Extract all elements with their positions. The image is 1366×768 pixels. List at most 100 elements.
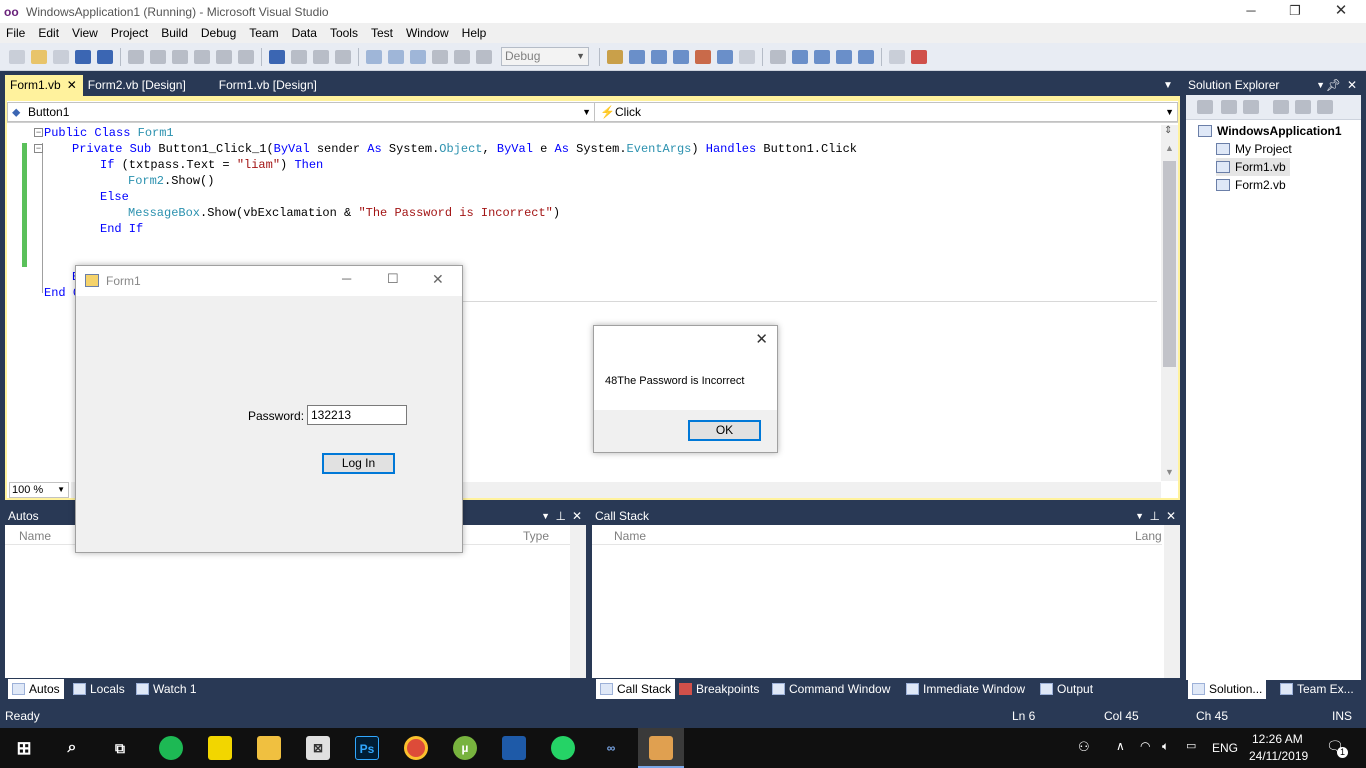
break-all-icon[interactable] xyxy=(388,49,404,64)
start-page-icon[interactable] xyxy=(739,49,755,64)
layout-icon[interactable] xyxy=(770,49,786,64)
stop-debugging-icon[interactable] xyxy=(410,49,426,64)
panel-menu-icon[interactable]: ▼ xyxy=(1316,76,1325,95)
scroll-down-icon[interactable]: ▼ xyxy=(1165,467,1174,477)
close-panel-icon[interactable]: ✕ xyxy=(572,508,582,525)
undo-icon[interactable] xyxy=(269,49,285,64)
panel-menu-icon[interactable]: ▼ xyxy=(1135,508,1144,525)
close-panel-icon[interactable]: ✕ xyxy=(1166,508,1176,525)
callstack-scrollbar[interactable] xyxy=(1164,525,1180,678)
object-browser-icon[interactable] xyxy=(673,49,689,64)
spotify-icon[interactable] xyxy=(159,736,183,760)
tree-item-my-project[interactable]: My Project xyxy=(1216,140,1292,158)
minimize-button[interactable]: ─ xyxy=(342,271,351,286)
properties-icon[interactable] xyxy=(651,49,667,64)
column-name[interactable]: Name xyxy=(19,529,51,543)
tab-overflow-icon[interactable]: ▼ xyxy=(1163,80,1173,91)
close-panel-icon[interactable]: ✕ xyxy=(1347,76,1357,95)
save-all-icon[interactable] xyxy=(97,49,113,64)
copy-icon[interactable] xyxy=(150,49,166,64)
clock-time[interactable]: 12:26 AM xyxy=(1252,732,1303,746)
find-in-files-icon[interactable] xyxy=(607,49,623,64)
app-icon[interactable] xyxy=(502,736,526,760)
minimize-button[interactable]: ─ xyxy=(1228,0,1274,23)
step-over-icon[interactable] xyxy=(454,49,470,64)
refresh-icon[interactable] xyxy=(1243,100,1259,114)
restore-button[interactable]: ❐ xyxy=(1272,0,1318,23)
menu-window[interactable]: Window xyxy=(400,26,456,40)
find-icon[interactable] xyxy=(194,49,210,64)
extensions-icon[interactable] xyxy=(889,49,905,64)
callstack-pane[interactable]: Name Lang xyxy=(592,525,1180,678)
align-icon[interactable] xyxy=(792,49,808,64)
close-tab-icon[interactable]: ✕ xyxy=(67,75,77,96)
form-app-icon[interactable] xyxy=(649,736,673,760)
close-button[interactable]: ✕ xyxy=(432,271,444,288)
cut-icon[interactable] xyxy=(128,49,144,64)
tab-command-window[interactable]: Command Window xyxy=(772,679,890,699)
solution-explorer-icon[interactable] xyxy=(629,49,645,64)
tree-item-form1[interactable]: Form1.vb xyxy=(1216,158,1290,176)
tree-item-form2[interactable]: Form2.vb xyxy=(1216,176,1286,194)
tab-immediate-window[interactable]: Immediate Window xyxy=(906,679,1025,699)
utorrent-icon[interactable]: µ xyxy=(453,736,477,760)
properties-icon[interactable] xyxy=(1197,100,1213,114)
event-dropdown[interactable]: ⚡ Click ▼ xyxy=(594,102,1178,122)
volume-icon[interactable]: 🔈︎ xyxy=(1162,739,1169,754)
tab-watch-1[interactable]: Watch 1 xyxy=(136,679,197,699)
file-explorer-icon[interactable] xyxy=(257,736,281,760)
continue-icon[interactable] xyxy=(366,49,382,64)
battery-icon[interactable]: ▭ xyxy=(1186,739,1196,752)
ok-button[interactable]: OK xyxy=(688,420,761,441)
menu-team[interactable]: Team xyxy=(243,26,285,40)
tab-breakpoints[interactable]: Breakpoints xyxy=(679,679,759,699)
pin-icon[interactable]: ⊥ xyxy=(556,508,566,525)
navigate-backward-icon[interactable] xyxy=(313,49,329,64)
tab-team-explorer[interactable]: Team Ex... xyxy=(1280,679,1354,699)
add-item-icon[interactable] xyxy=(53,49,69,64)
error-list-icon[interactable] xyxy=(911,49,927,64)
tree-solution-node[interactable]: WindowsApplication1 xyxy=(1198,122,1342,140)
tab-form1-design[interactable]: Form1.vb [Design] xyxy=(214,75,323,96)
search-icon[interactable]: ⌕ xyxy=(60,736,84,760)
show-hidden-icons[interactable]: ∧ xyxy=(1116,739,1125,753)
tab-order-icon[interactable] xyxy=(858,49,874,64)
tab-output[interactable]: Output xyxy=(1040,679,1093,699)
windows-start-icon[interactable]: ⊞ xyxy=(12,736,36,760)
tab-call-stack[interactable]: Call Stack xyxy=(596,679,676,699)
visual-studio-icon[interactable]: ∞ xyxy=(599,736,623,760)
chrome-icon[interactable] xyxy=(404,736,428,760)
menu-file[interactable]: File xyxy=(0,26,32,40)
menu-help[interactable]: Help xyxy=(456,26,494,40)
view-code-icon[interactable] xyxy=(1273,100,1289,114)
menu-project[interactable]: Project xyxy=(105,26,155,40)
password-input[interactable]: 132213 xyxy=(307,405,407,425)
zoom-dropdown[interactable]: 100 % ▼ xyxy=(9,482,69,498)
uncomment-icon[interactable] xyxy=(238,49,254,64)
language-indicator[interactable]: ENG xyxy=(1212,741,1238,755)
login-button[interactable]: Log In xyxy=(322,453,395,474)
redo-icon[interactable] xyxy=(291,49,307,64)
wifi-icon[interactable]: ◠ xyxy=(1140,739,1150,753)
pin-icon[interactable]: ⊥ xyxy=(1150,508,1160,525)
solution-configuration-dropdown[interactable]: Debug ▼ xyxy=(501,47,589,66)
whatsapp-icon[interactable] xyxy=(551,736,575,760)
tab-form1-vb[interactable]: Form1.vb ✕ xyxy=(5,75,83,96)
new-project-icon[interactable] xyxy=(9,49,25,64)
order-icon[interactable] xyxy=(836,49,852,64)
scrollbar-thumb[interactable] xyxy=(1163,161,1176,367)
sticky-notes-icon[interactable] xyxy=(208,736,232,760)
editor-vertical-scrollbar[interactable]: ⇕ ▲ ▼ xyxy=(1161,125,1178,481)
menu-debug[interactable]: Debug xyxy=(195,26,243,40)
menu-test[interactable]: Test xyxy=(365,26,400,40)
tab-solution-explorer[interactable]: Solution... xyxy=(1188,679,1267,699)
step-out-icon[interactable] xyxy=(476,49,492,64)
close-button[interactable]: ✕ xyxy=(755,330,768,348)
object-dropdown[interactable]: ⬥ Button1 ▼ xyxy=(7,102,595,122)
people-icon[interactable]: ⚇ xyxy=(1078,739,1090,755)
class-diagram-icon[interactable] xyxy=(1317,100,1333,114)
column-name[interactable]: Name xyxy=(614,529,646,543)
store-icon[interactable]: ⊠ xyxy=(306,736,330,760)
save-icon[interactable] xyxy=(75,49,91,64)
photoshop-icon[interactable]: Ps xyxy=(355,736,379,760)
